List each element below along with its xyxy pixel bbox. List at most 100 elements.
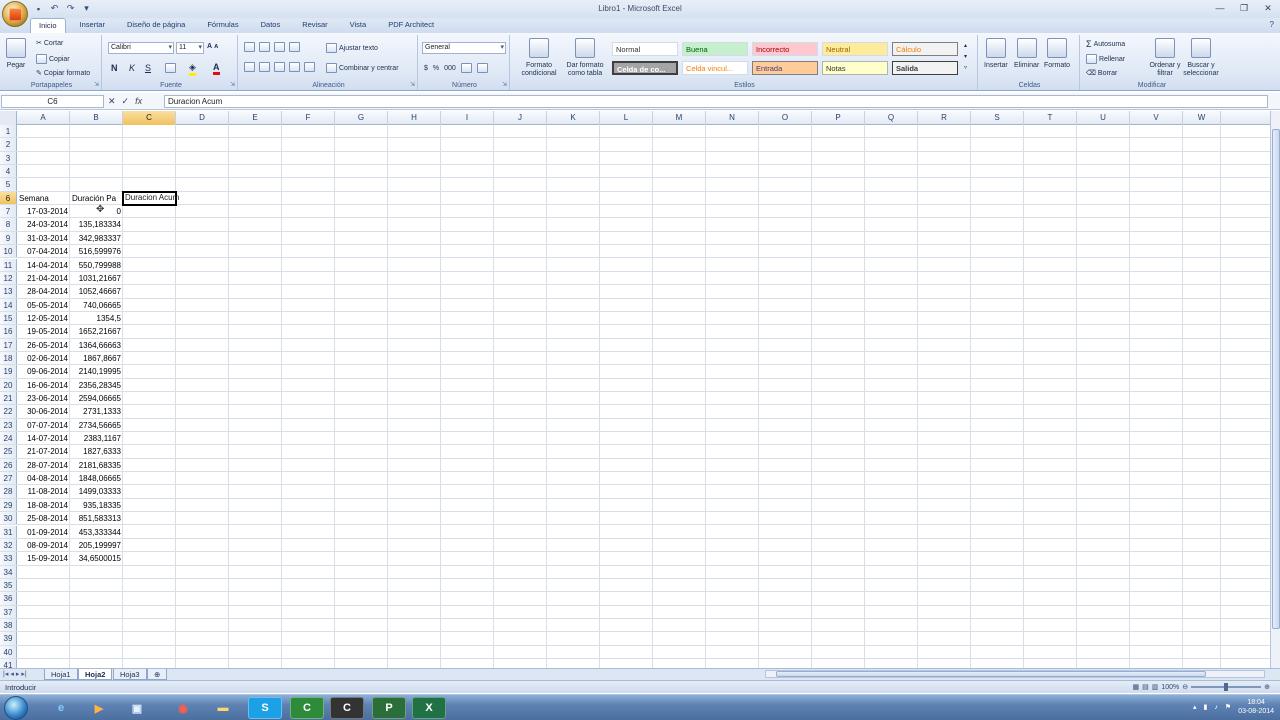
cell-semana[interactable]: 07-07-2014 xyxy=(17,419,70,431)
vertical-scrollbar[interactable] xyxy=(1270,111,1280,668)
row-header[interactable]: 24 xyxy=(0,432,17,445)
increase-decimal-icon[interactable] xyxy=(460,63,472,73)
fill-button[interactable]: Rellenar xyxy=(1086,54,1125,64)
column-header-f[interactable]: F xyxy=(282,111,335,125)
grow-font-button[interactable]: AA xyxy=(207,43,218,50)
row-header[interactable]: 32 xyxy=(0,538,17,552)
row-header[interactable]: 12 xyxy=(0,271,17,285)
copy-button[interactable]: Copiar xyxy=(36,54,70,64)
cell-semana[interactable]: 16-06-2014 xyxy=(17,379,70,391)
column-header-s[interactable]: S xyxy=(971,111,1024,125)
page-break-icon[interactable]: ▥ xyxy=(1152,683,1159,691)
row-header[interactable]: 39 xyxy=(0,632,17,645)
worksheet-grid[interactable]: ABCDEFGHIJKLMNOPQRSTUVW 1 2 3 4 5 6 Semana Dura… xyxy=(0,111,1270,668)
cell-semana[interactable]: 14-07-2014 xyxy=(17,432,70,444)
prev-sheet-icon[interactable]: ◂ xyxy=(10,670,14,678)
first-sheet-icon[interactable]: |◂ xyxy=(3,670,8,678)
format-as-table-button[interactable]: Dar formato como tabla xyxy=(562,38,608,78)
cell-semana[interactable]: 24-03-2014 xyxy=(17,218,70,230)
cell-duracion[interactable]: 1827,6333 xyxy=(70,445,123,457)
dialog-launcher-icon[interactable]: ⇲ xyxy=(410,81,415,88)
row-header[interactable]: 38 xyxy=(0,618,17,632)
tab-diseno-pagina[interactable]: Diseño de página xyxy=(119,18,193,33)
cell-semana[interactable]: 01-09-2014 xyxy=(17,526,70,538)
cut-button[interactable]: ✂ Cortar xyxy=(36,39,63,48)
align-middle-icon[interactable] xyxy=(259,42,270,52)
row-header[interactable]: 15 xyxy=(0,311,17,325)
sheet-tab-hoja1[interactable]: Hoja1 xyxy=(44,669,78,680)
cell-semana[interactable]: 21-04-2014 xyxy=(17,272,70,284)
row-header[interactable]: 10 xyxy=(0,245,17,258)
fill-color-button[interactable]: ◈ xyxy=(189,62,196,76)
decrease-decimal-icon[interactable] xyxy=(476,63,488,73)
cell-duracion[interactable]: 135,183334 xyxy=(70,218,123,230)
tab-datos[interactable]: Datos xyxy=(253,18,289,33)
column-header-l[interactable]: L xyxy=(600,111,653,125)
row-header[interactable]: 34 xyxy=(0,565,17,578)
cell-semana[interactable]: 18-08-2014 xyxy=(17,499,70,511)
cell-semana[interactable]: 19-05-2014 xyxy=(17,325,70,337)
bold-button[interactable]: N xyxy=(111,63,118,73)
cell-duracion[interactable]: 2383,1167 xyxy=(70,432,123,444)
cell-duracion[interactable]: 2731,1333 xyxy=(70,405,123,417)
media-player-icon[interactable]: ▶ xyxy=(82,697,116,719)
style-notas[interactable]: Notas xyxy=(822,61,888,75)
row-header[interactable]: 30 xyxy=(0,512,17,525)
row-header[interactable]: 14 xyxy=(0,298,17,311)
style-celda-comprobacion[interactable]: Celda de co... xyxy=(612,61,678,75)
column-header-o[interactable]: O xyxy=(759,111,812,125)
cell-semana[interactable]: 23-06-2014 xyxy=(17,392,70,404)
align-right-icon[interactable] xyxy=(274,62,285,72)
currency-button[interactable]: $ xyxy=(424,65,428,72)
row-header[interactable]: 35 xyxy=(0,578,17,592)
enter-icon[interactable]: ✓ xyxy=(122,96,130,107)
align-top-icon[interactable] xyxy=(244,42,255,52)
row-header[interactable]: 7 xyxy=(0,205,17,218)
cell-duracion[interactable]: 1499,03333 xyxy=(70,485,123,497)
cell-duracion[interactable]: 2594,06665 xyxy=(70,392,123,404)
style-calculo[interactable]: Cálculo xyxy=(892,42,958,56)
cell-semana[interactable]: 17-03-2014 xyxy=(17,205,70,217)
row-header[interactable]: 5 xyxy=(0,178,17,191)
row-header[interactable]: 9 xyxy=(0,231,17,245)
cell-duracion[interactable]: 1848,06665 xyxy=(70,472,123,484)
normal-view-icon[interactable]: ▦ xyxy=(1132,683,1139,691)
number-format-combo[interactable]: General xyxy=(422,42,506,54)
cell-semana[interactable]: 25-08-2014 xyxy=(17,512,70,524)
cell-duracion[interactable]: 2140,19995 xyxy=(70,365,123,377)
style-celda-vinculada[interactable]: Celda vincul... xyxy=(682,61,748,75)
cell-duracion[interactable]: 935,18335 xyxy=(70,499,123,511)
cell-duracion[interactable]: 342,983337 xyxy=(70,232,123,244)
name-box[interactable]: C6 xyxy=(1,95,104,108)
help-icon[interactable]: ? xyxy=(1270,20,1274,29)
explorer-icon[interactable]: ▣ xyxy=(120,697,154,719)
style-incorrecto[interactable]: Incorrecto xyxy=(752,42,818,56)
row-header[interactable]: 16 xyxy=(0,325,17,338)
tab-insertar[interactable]: Insertar xyxy=(72,18,113,33)
column-header-t[interactable]: T xyxy=(1024,111,1077,125)
clock[interactable]: 18:04 03-08-2014 xyxy=(1238,698,1274,716)
cell-duracion[interactable]: 1867,8667 xyxy=(70,352,123,364)
close-icon[interactable]: ✕ xyxy=(1260,1,1276,15)
cell-duracion[interactable]: 34,6500015 xyxy=(70,552,123,564)
column-header-u[interactable]: U xyxy=(1077,111,1130,125)
column-header-g[interactable]: G xyxy=(335,111,388,125)
cell-semana[interactable]: 28-04-2014 xyxy=(17,285,70,297)
skype-icon[interactable]: S xyxy=(248,697,282,719)
vertical-scroll-thumb[interactable] xyxy=(1272,129,1280,629)
orientation-icon[interactable] xyxy=(289,42,300,52)
zoom-slider[interactable] xyxy=(1191,683,1262,691)
align-bottom-icon[interactable] xyxy=(274,42,285,52)
cell-duracion[interactable]: 516,599976 xyxy=(70,245,123,257)
camtasia-icon[interactable]: C xyxy=(290,697,324,719)
row-header[interactable]: 27 xyxy=(0,472,17,485)
tab-pdf-architect[interactable]: PDF Architect xyxy=(380,18,442,33)
row-header[interactable]: 17 xyxy=(0,338,17,351)
row-header[interactable]: 6 xyxy=(0,191,17,205)
merge-center-button[interactable]: Combinar y centrar xyxy=(326,63,399,73)
column-header-e[interactable]: E xyxy=(229,111,282,125)
restore-icon[interactable]: ❐ xyxy=(1236,1,1252,15)
row-header[interactable]: 3 xyxy=(0,151,17,165)
row-header[interactable]: 40 xyxy=(0,645,17,658)
row-header[interactable]: 29 xyxy=(0,498,17,512)
